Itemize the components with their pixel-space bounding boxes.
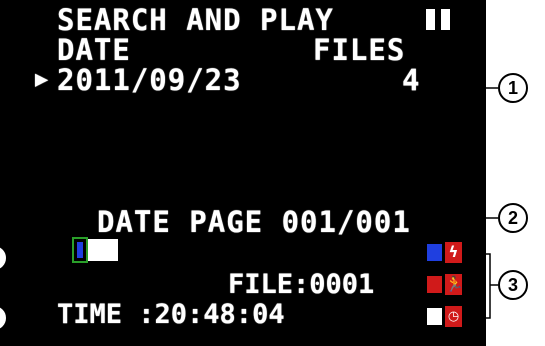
annotation-lines xyxy=(0,87,498,319)
callout-3: 3 xyxy=(498,270,528,300)
callout-1: 1 xyxy=(498,73,528,103)
callout-3-bracket xyxy=(476,253,498,319)
callout-2: 2 xyxy=(498,203,528,233)
